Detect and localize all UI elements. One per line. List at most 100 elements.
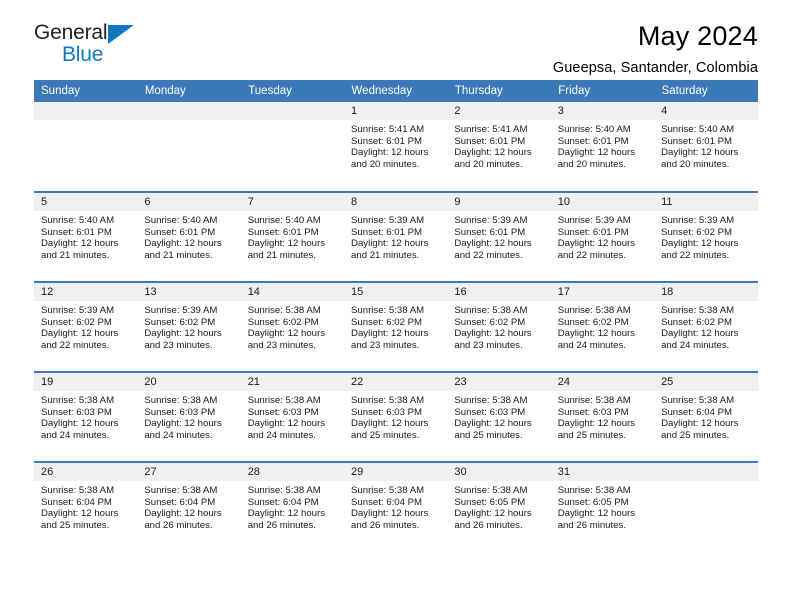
calendar-day-cell[interactable]: 15 Sunrise: 5:38 AM Sunset: 6:02 PM Dayli… [344, 281, 448, 372]
day-cell-inner [240, 102, 345, 191]
calendar-week-row: 1 Sunrise: 5:41 AM Sunset: 6:01 PM Daylig… [34, 102, 758, 192]
day-cell-inner: 2 Sunrise: 5:41 AM Sunset: 6:01 PM Daylig… [447, 102, 551, 191]
calendar-week-row: 12 Sunrise: 5:39 AM Sunset: 6:02 PM Dayli… [34, 281, 758, 372]
day-cell-inner: 14 Sunrise: 5:38 AM Sunset: 6:02 PM Dayli… [240, 283, 345, 371]
day-number: 7 [240, 193, 345, 211]
calendar-day-cell[interactable]: 2 Sunrise: 5:41 AM Sunset: 6:01 PM Daylig… [447, 102, 551, 192]
day-cell-inner: 15 Sunrise: 5:38 AM Sunset: 6:02 PM Dayli… [344, 283, 448, 371]
sun-info: Sunrise: 5:38 AM Sunset: 6:03 PM Dayligh… [351, 395, 429, 441]
calendar-day-cell[interactable]: 27 Sunrise: 5:38 AM Sunset: 6:04 PM Dayli… [137, 461, 241, 552]
sun-info: Sunrise: 5:38 AM Sunset: 6:02 PM Dayligh… [454, 305, 532, 351]
calendar-day-cell[interactable]: 31 Sunrise: 5:38 AM Sunset: 6:05 PM Dayli… [550, 461, 655, 552]
calendar-day-cell[interactable]: 17 Sunrise: 5:38 AM Sunset: 6:02 PM Dayli… [550, 281, 655, 372]
day-number: 22 [344, 373, 448, 391]
day-number: 12 [34, 283, 138, 301]
calendar-day-cell[interactable]: 7 Sunrise: 5:40 AM Sunset: 6:01 PM Daylig… [240, 191, 345, 282]
day-number: 24 [550, 373, 655, 391]
day-number [654, 463, 758, 481]
sun-info: Sunrise: 5:38 AM Sunset: 6:03 PM Dayligh… [557, 395, 636, 441]
calendar-day-cell[interactable]: 3 Sunrise: 5:40 AM Sunset: 6:01 PM Daylig… [550, 102, 655, 192]
calendar-day-cell[interactable]: 5 Sunrise: 5:40 AM Sunset: 6:01 PM Daylig… [34, 191, 138, 282]
generalblue-logo[interactable]: General Blue [34, 22, 154, 68]
calendar-day-cell[interactable]: 19 Sunrise: 5:38 AM Sunset: 6:03 PM Dayli… [34, 371, 138, 462]
sun-info: Sunrise: 5:39 AM Sunset: 6:02 PM Dayligh… [661, 215, 739, 261]
sun-info: Sunrise: 5:40 AM Sunset: 6:01 PM Dayligh… [661, 124, 739, 170]
calendar-day-cell[interactable]: 24 Sunrise: 5:38 AM Sunset: 6:03 PM Dayli… [550, 371, 655, 462]
day-number: 18 [654, 283, 758, 301]
calendar-day-cell[interactable]: 12 Sunrise: 5:39 AM Sunset: 6:02 PM Dayli… [34, 281, 138, 372]
day-number: 10 [550, 193, 655, 211]
day-number: 30 [447, 463, 551, 481]
sun-info: Sunrise: 5:40 AM Sunset: 6:01 PM Dayligh… [247, 215, 326, 261]
calendar-day-cell[interactable]: 23 Sunrise: 5:38 AM Sunset: 6:03 PM Dayli… [447, 371, 551, 462]
day-number: 4 [654, 102, 758, 120]
day-number: 5 [34, 193, 138, 211]
calendar-day-cell[interactable]: 11 Sunrise: 5:39 AM Sunset: 6:02 PM Dayli… [654, 191, 758, 282]
calendar-day-cell[interactable]: 26 Sunrise: 5:38 AM Sunset: 6:04 PM Dayli… [34, 461, 138, 552]
calendar-day-cell[interactable]: 14 Sunrise: 5:38 AM Sunset: 6:02 PM Dayli… [240, 281, 345, 372]
calendar-day-cell[interactable]: 29 Sunrise: 5:38 AM Sunset: 6:04 PM Dayli… [344, 461, 448, 552]
logo-text-general: General [34, 21, 108, 44]
day-number: 25 [654, 373, 758, 391]
sun-info: Sunrise: 5:39 AM Sunset: 6:02 PM Dayligh… [41, 305, 119, 351]
day-number: 17 [550, 283, 655, 301]
day-cell-inner: 23 Sunrise: 5:38 AM Sunset: 6:03 PM Dayli… [447, 373, 551, 461]
sun-info: Sunrise: 5:38 AM Sunset: 6:04 PM Dayligh… [41, 485, 119, 531]
day-number: 3 [550, 102, 655, 120]
calendar-week-row: 19 Sunrise: 5:38 AM Sunset: 6:03 PM Dayli… [34, 371, 758, 462]
calendar-day-cell[interactable]: 4 Sunrise: 5:40 AM Sunset: 6:01 PM Daylig… [654, 102, 758, 192]
day-number: 28 [240, 463, 345, 481]
sun-info: Sunrise: 5:38 AM Sunset: 6:05 PM Dayligh… [454, 485, 532, 531]
sun-info: Sunrise: 5:38 AM Sunset: 6:04 PM Dayligh… [351, 485, 429, 531]
day-number: 31 [550, 463, 655, 481]
sun-info: Sunrise: 5:40 AM Sunset: 6:01 PM Dayligh… [41, 215, 119, 261]
calendar-week-row: 26 Sunrise: 5:38 AM Sunset: 6:04 PM Dayli… [34, 461, 758, 552]
day-cell-inner [137, 102, 241, 191]
day-number: 19 [34, 373, 138, 391]
day-number: 29 [344, 463, 448, 481]
calendar-day-cell[interactable]: 6 Sunrise: 5:40 AM Sunset: 6:01 PM Daylig… [137, 191, 241, 282]
calendar-empty-cell [240, 102, 345, 192]
calendar-day-cell[interactable]: 16 Sunrise: 5:38 AM Sunset: 6:02 PM Dayli… [447, 281, 551, 372]
sun-info [241, 120, 344, 124]
sun-info: Sunrise: 5:38 AM Sunset: 6:04 PM Dayligh… [661, 395, 739, 441]
weekday-header-wednesday: Wednesday [344, 80, 448, 102]
day-cell-inner: 24 Sunrise: 5:38 AM Sunset: 6:03 PM Dayli… [550, 373, 655, 461]
day-number: 14 [240, 283, 345, 301]
day-cell-inner: 12 Sunrise: 5:39 AM Sunset: 6:02 PM Dayli… [34, 283, 138, 371]
day-cell-inner: 30 Sunrise: 5:38 AM Sunset: 6:05 PM Dayli… [447, 463, 551, 552]
calendar-table: Sunday Monday Tuesday Wednesday Thursday Frid… [34, 80, 759, 552]
sun-info: Sunrise: 5:39 AM Sunset: 6:02 PM Dayligh… [144, 305, 222, 351]
weekday-header-saturday: Saturday [654, 80, 759, 102]
calendar-day-cell[interactable]: 9 Sunrise: 5:39 AM Sunset: 6:01 PM Daylig… [447, 191, 551, 282]
sun-info: Sunrise: 5:38 AM Sunset: 6:05 PM Dayligh… [557, 485, 636, 531]
calendar-day-cell[interactable]: 20 Sunrise: 5:38 AM Sunset: 6:03 PM Dayli… [137, 371, 241, 462]
day-cell-inner: 29 Sunrise: 5:38 AM Sunset: 6:04 PM Dayli… [344, 463, 448, 552]
weekday-header-sunday: Sunday [34, 80, 138, 102]
calendar-day-cell[interactable]: 25 Sunrise: 5:38 AM Sunset: 6:04 PM Dayli… [654, 371, 758, 462]
day-cell-inner: 4 Sunrise: 5:40 AM Sunset: 6:01 PM Daylig… [654, 102, 758, 191]
calendar-day-cell[interactable]: 28 Sunrise: 5:38 AM Sunset: 6:04 PM Dayli… [240, 461, 345, 552]
calendar-day-cell[interactable]: 18 Sunrise: 5:38 AM Sunset: 6:02 PM Dayli… [654, 281, 758, 372]
weekday-header-friday: Friday [550, 80, 655, 102]
day-number: 21 [240, 373, 345, 391]
day-cell-inner: 28 Sunrise: 5:38 AM Sunset: 6:04 PM Dayli… [240, 463, 345, 552]
page-title: May 2024 [637, 21, 758, 51]
calendar-day-cell[interactable]: 13 Sunrise: 5:39 AM Sunset: 6:02 PM Dayli… [137, 281, 241, 372]
calendar-week-row: 5 Sunrise: 5:40 AM Sunset: 6:01 PM Daylig… [34, 191, 758, 282]
sun-info: Sunrise: 5:38 AM Sunset: 6:02 PM Dayligh… [661, 305, 739, 351]
calendar-day-cell[interactable]: 8 Sunrise: 5:39 AM Sunset: 6:01 PM Daylig… [344, 191, 448, 282]
calendar-day-cell[interactable]: 21 Sunrise: 5:38 AM Sunset: 6:03 PM Dayli… [240, 371, 345, 462]
day-number: 1 [344, 102, 448, 120]
day-number: 27 [137, 463, 241, 481]
calendar-day-cell[interactable]: 22 Sunrise: 5:38 AM Sunset: 6:03 PM Dayli… [344, 371, 448, 462]
day-cell-inner: 20 Sunrise: 5:38 AM Sunset: 6:03 PM Dayli… [137, 373, 241, 461]
calendar-day-cell[interactable]: 10 Sunrise: 5:39 AM Sunset: 6:01 PM Dayli… [550, 191, 655, 282]
day-cell-inner [34, 102, 138, 191]
sun-info [137, 120, 240, 124]
day-cell-inner: 22 Sunrise: 5:38 AM Sunset: 6:03 PM Dayli… [344, 373, 448, 461]
calendar-day-cell[interactable]: 1 Sunrise: 5:41 AM Sunset: 6:01 PM Daylig… [344, 102, 448, 192]
page-header: General Blue May 2024 Gueepsa, Santander… [34, 0, 758, 77]
calendar-day-cell[interactable]: 30 Sunrise: 5:38 AM Sunset: 6:05 PM Dayli… [447, 461, 551, 552]
calendar-empty-cell [34, 102, 138, 192]
